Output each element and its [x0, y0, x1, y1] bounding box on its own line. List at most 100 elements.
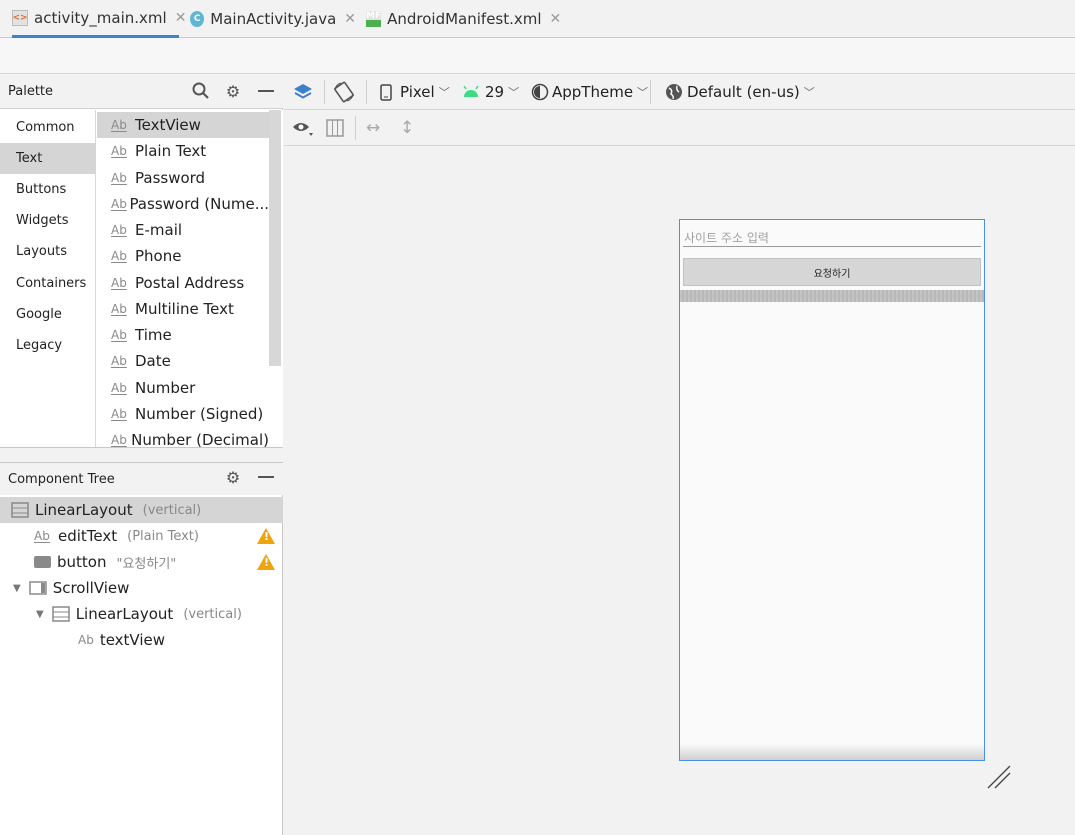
- chevron-down-icon: ﹀: [508, 86, 520, 99]
- palette-item[interactable]: Ab Phone: [97, 243, 269, 269]
- palette-item[interactable]: Ab Postal Address: [97, 270, 269, 296]
- text-widget-icon: Ab: [111, 223, 127, 237]
- palette-item[interactable]: Ab Number: [97, 375, 269, 401]
- tree-node-inner-linearlayout[interactable]: ▼ LinearLayout (vertical): [0, 601, 283, 627]
- palette-header: Palette ⚙: [0, 74, 283, 109]
- edittext-underline: [683, 246, 981, 247]
- palette-item[interactable]: Ab Time: [97, 322, 269, 348]
- category-common[interactable]: Common: [0, 112, 96, 143]
- horizontal-resize-icon[interactable]: ↔: [366, 110, 380, 146]
- text-widget-icon: Ab: [111, 276, 127, 290]
- orientation-icon[interactable]: [332, 74, 356, 110]
- palette-items: Ab TextView Ab Plain Text Ab Password Ab Pas…: [97, 110, 283, 449]
- tab-android-manifest[interactable]: MF AndroidManifest.xml ✕: [366, 0, 561, 38]
- layout-xml-icon: <>: [12, 9, 28, 26]
- text-widget-icon: Ab: [111, 249, 127, 263]
- device-preview[interactable]: 사이트 주소 입력 요청하기: [679, 219, 985, 761]
- preview-scrollview[interactable]: [680, 290, 984, 302]
- device-selector[interactable]: Pixel ﹀: [380, 74, 450, 110]
- tab-main-activity[interactable]: C MainActivity.java ✕: [190, 0, 356, 38]
- palette-item[interactable]: Ab Number (Decimal): [97, 427, 269, 449]
- text-widget-icon: Ab: [78, 633, 94, 647]
- scrollview-icon: [28, 581, 47, 595]
- button-widget-icon: [34, 556, 51, 568]
- tab-label: AndroidManifest.xml: [387, 10, 542, 28]
- toolbar-separator: [366, 80, 367, 104]
- close-icon[interactable]: ✕: [344, 11, 356, 27]
- text-widget-icon: Ab: [111, 197, 127, 211]
- java-class-icon: C: [190, 11, 205, 27]
- text-widget-icon: Ab: [111, 118, 127, 132]
- gear-icon[interactable]: ⚙: [223, 467, 243, 487]
- eye-icon[interactable]: [292, 110, 314, 146]
- panel-splitter[interactable]: [0, 447, 283, 463]
- editor-header-strip: [0, 38, 1075, 74]
- design-toolbar: Pixel ﹀ 29 ﹀ AppTheme ﹀ Default (en-us) ﹀: [284, 74, 1075, 110]
- palette-item[interactable]: Ab TextView: [97, 112, 269, 138]
- edittext-hint: 사이트 주소 입력: [684, 231, 769, 245]
- android-icon: [463, 86, 479, 97]
- layers-icon[interactable]: [292, 74, 314, 110]
- palette-item[interactable]: Ab Password: [97, 165, 269, 191]
- category-layouts[interactable]: Layouts: [0, 236, 96, 267]
- palette-scrollbar[interactable]: [269, 110, 281, 366]
- palette-categories: Common Text Buttons Widgets Layouts Cont…: [0, 110, 96, 449]
- palette-item[interactable]: Ab Plain Text: [97, 138, 269, 164]
- close-icon[interactable]: ✕: [550, 11, 562, 27]
- palette-item[interactable]: Ab E-mail: [97, 217, 269, 243]
- tab-label: activity_main.xml: [34, 8, 167, 27]
- warning-icon[interactable]: [257, 554, 275, 570]
- palette-title: Palette: [8, 84, 54, 99]
- resize-handle-icon[interactable]: [984, 762, 1014, 792]
- tree-node-button[interactable]: button "요청하기": [0, 549, 283, 575]
- chevron-down-icon: ﹀: [803, 86, 815, 99]
- preview-edittext[interactable]: 사이트 주소 입력: [680, 220, 984, 254]
- theme-selector[interactable]: AppTheme ﹀: [531, 74, 648, 110]
- text-widget-icon: Ab: [34, 529, 50, 543]
- device-bottom-shade: [680, 744, 984, 760]
- category-text[interactable]: Text: [0, 143, 96, 174]
- design-canvas[interactable]: 사이트 주소 입력 요청하기: [284, 147, 1075, 835]
- tree-node-root-linearlayout[interactable]: LinearLayout (vertical): [0, 497, 283, 523]
- category-legacy[interactable]: Legacy: [0, 330, 96, 361]
- search-icon[interactable]: [191, 81, 211, 101]
- text-widget-icon: Ab: [111, 328, 127, 342]
- gear-icon[interactable]: ⚙: [223, 81, 243, 101]
- minimize-icon[interactable]: [256, 467, 276, 487]
- tab-label: MainActivity.java: [210, 10, 337, 28]
- palette-item[interactable]: Ab Multiline Text: [97, 296, 269, 322]
- locale-selector[interactable]: Default (en-us) ﹀: [665, 74, 815, 110]
- tab-activity-main[interactable]: <> activity_main.xml ✕: [12, 0, 186, 38]
- blueprint-columns-icon[interactable]: [326, 110, 344, 146]
- warning-icon[interactable]: [257, 528, 275, 544]
- api-level-selector[interactable]: 29 ﹀: [462, 74, 519, 110]
- tree-node-scrollview[interactable]: ▼ ScrollView: [0, 575, 283, 601]
- editor-tab-bar: <> activity_main.xml ✕ C MainActivity.ja…: [0, 0, 1075, 38]
- tree-node-edittext[interactable]: Ab editText (Plain Text): [0, 523, 283, 549]
- category-google[interactable]: Google: [0, 299, 96, 330]
- minimize-icon[interactable]: [256, 81, 276, 101]
- toolbar-separator: [355, 116, 356, 140]
- component-tree-header: Component Tree ⚙: [0, 463, 283, 495]
- category-containers[interactable]: Containers: [0, 268, 96, 299]
- vertical-resize-icon[interactable]: ↕: [400, 110, 414, 146]
- close-icon[interactable]: ✕: [175, 10, 187, 26]
- tree-node-textview[interactable]: Ab textView: [0, 627, 283, 653]
- category-buttons[interactable]: Buttons: [0, 174, 96, 205]
- component-tree-title: Component Tree: [8, 472, 115, 487]
- text-widget-icon: Ab: [111, 407, 127, 421]
- toolbar-separator: [324, 80, 325, 104]
- collapse-triangle-icon[interactable]: ▼: [13, 583, 21, 594]
- palette-item[interactable]: Ab Number (Signed): [97, 401, 269, 427]
- text-widget-icon: Ab: [111, 433, 127, 447]
- chevron-down-icon: ﹀: [637, 86, 649, 99]
- category-widgets[interactable]: Widgets: [0, 205, 96, 236]
- collapse-triangle-icon[interactable]: ▼: [36, 609, 44, 620]
- chevron-down-icon: ﹀: [438, 86, 450, 99]
- theme-icon: [531, 83, 549, 101]
- view-options-toolbar: ↔ ↕: [284, 110, 1075, 146]
- palette-item[interactable]: Ab Date: [97, 348, 269, 374]
- palette-item[interactable]: Ab Password (Nume...: [97, 191, 269, 217]
- preview-request-button[interactable]: 요청하기: [683, 258, 981, 286]
- globe-icon: [666, 84, 682, 100]
